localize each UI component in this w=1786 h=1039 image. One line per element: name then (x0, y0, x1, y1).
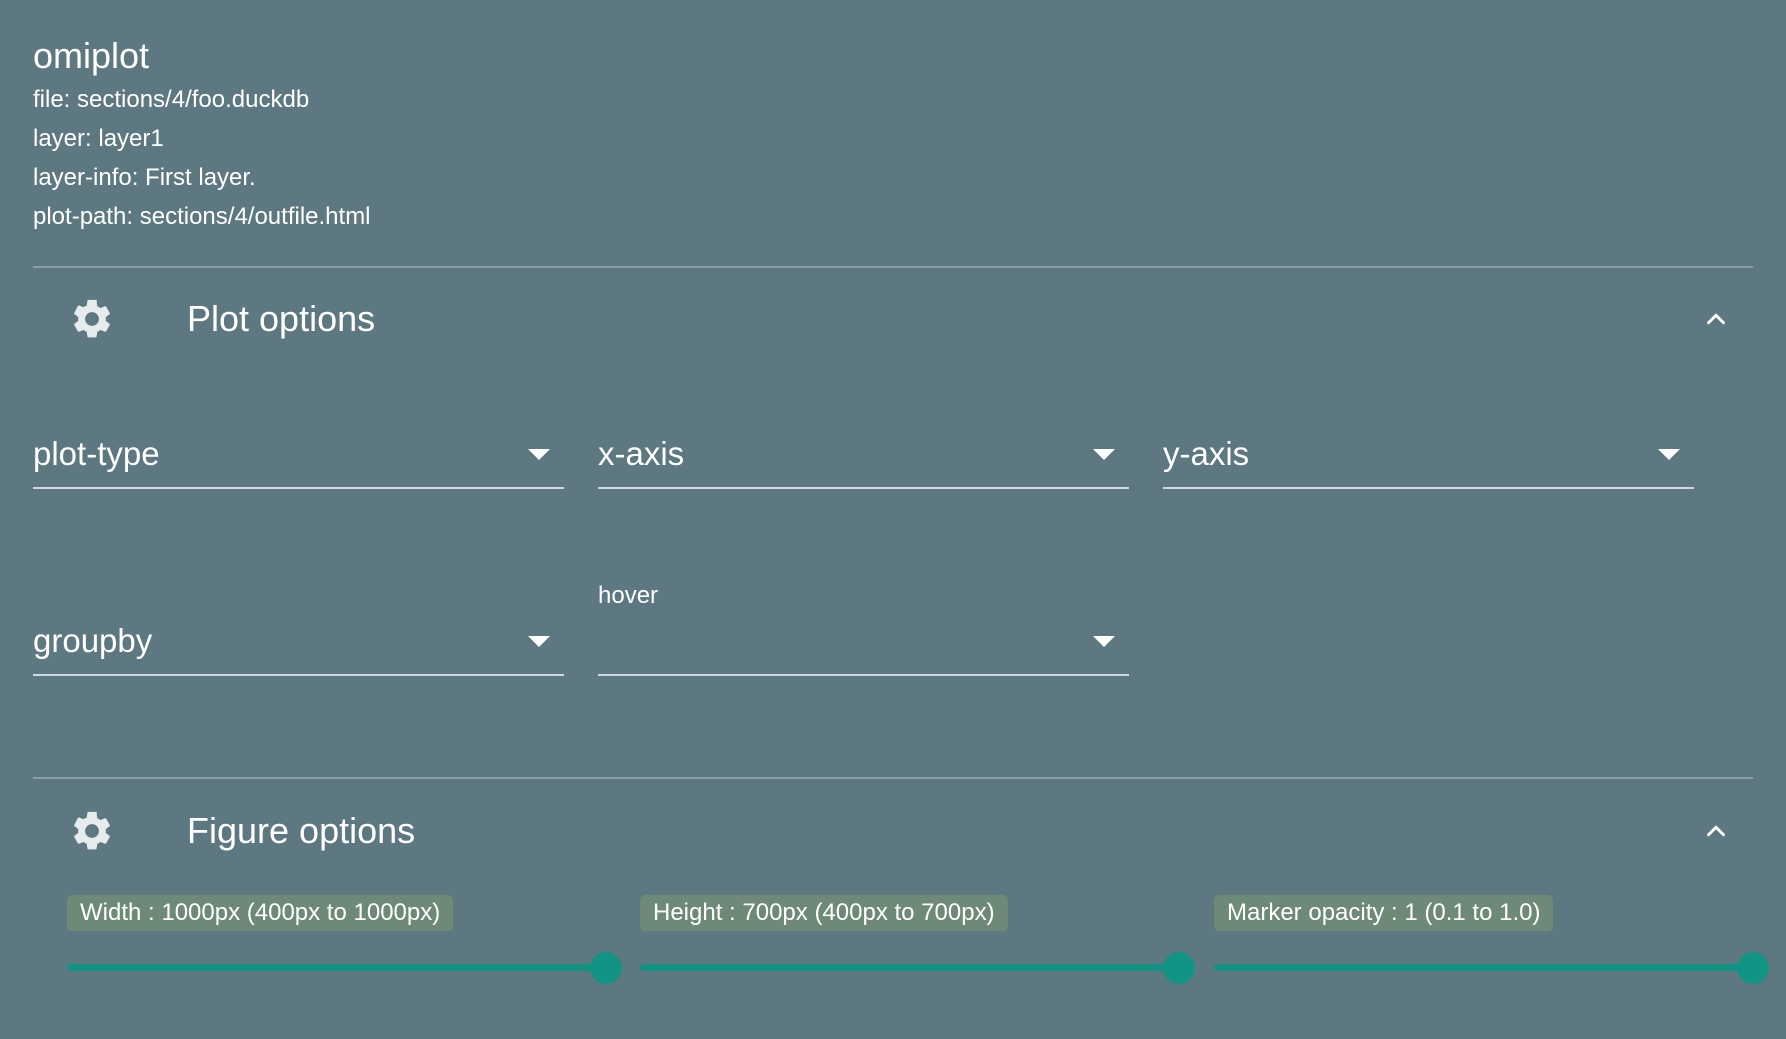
plot-options-header[interactable]: Plot options (33, 284, 1753, 354)
figure-options-header[interactable]: Figure options (33, 796, 1753, 866)
height-slider-label: Height : 700px (400px to 700px) (640, 895, 1008, 931)
divider (33, 266, 1753, 268)
gear-icon (74, 811, 110, 850)
plot-type-select[interactable]: plot-type (33, 407, 564, 489)
gear-icon (74, 299, 110, 338)
y-axis-select[interactable]: y-axis (1163, 407, 1694, 489)
chevron-up-icon[interactable] (1701, 304, 1731, 334)
hover-select[interactable]: hover (598, 582, 1129, 676)
slider-thumb[interactable] (1163, 952, 1195, 984)
slider-track[interactable] (640, 964, 1179, 971)
chevron-up-icon[interactable] (1701, 816, 1731, 846)
caret-down-icon (528, 449, 550, 460)
plot-path-text: plot-path: sections/4/outfile.html (33, 203, 371, 230)
groupby-label: groupby (33, 622, 153, 659)
caret-down-icon (1658, 449, 1680, 460)
caret-down-icon (1093, 449, 1115, 460)
caret-down-icon (528, 636, 550, 647)
figure-options-title: Figure options (187, 810, 416, 851)
width-slider-label: Width : 1000px (400px to 1000px) (67, 895, 454, 931)
slider-track[interactable] (1214, 964, 1753, 971)
plot-options-title: Plot options (187, 298, 376, 339)
y-axis-label: y-axis (1163, 435, 1250, 472)
hover-label: hover (598, 582, 659, 609)
slider-thumb[interactable] (590, 952, 622, 984)
file-path-text: file: sections/4/foo.duckdb (33, 86, 310, 113)
slider-track[interactable] (67, 964, 606, 971)
marker-opacity-slider-label: Marker opacity : 1 (0.1 to 1.0) (1214, 895, 1554, 931)
x-axis-label: x-axis (598, 435, 685, 472)
slider-thumb[interactable] (1737, 952, 1769, 984)
plot-type-label: plot-type (33, 435, 160, 472)
layer-info-text: layer-info: First layer. (33, 164, 256, 191)
app-title: omiplot (33, 35, 150, 76)
layer-text: layer: layer1 (33, 125, 164, 152)
x-axis-select[interactable]: x-axis (598, 407, 1129, 489)
caret-down-icon (1093, 636, 1115, 647)
groupby-select[interactable]: groupby (33, 594, 564, 676)
divider (33, 777, 1753, 779)
file-info-panel: omiplot file: sections/4/foo.duckdb laye… (33, 34, 371, 236)
